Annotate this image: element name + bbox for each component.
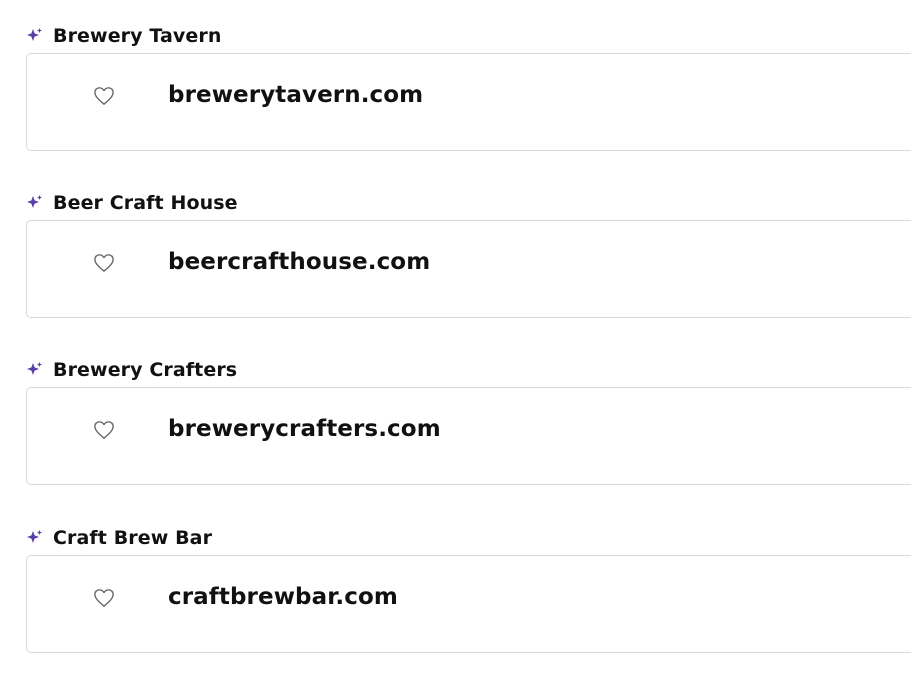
domain-suggestion-list: Brewery Tavern brewerytavern.com Beer Cr… — [0, 0, 911, 676]
suggestion-header: Craft Brew Bar — [26, 527, 212, 549]
heart-icon[interactable] — [93, 588, 115, 608]
domain-card[interactable]: brewerycrafters.com — [26, 387, 911, 485]
domain-name[interactable]: craftbrewbar.com — [168, 584, 398, 610]
suggestion-title: Craft Brew Bar — [53, 527, 213, 549]
domain-card[interactable]: beercrafthouse.com — [26, 220, 911, 318]
heart-icon[interactable] — [93, 253, 115, 273]
suggestion-title: Brewery Tavern — [53, 25, 222, 47]
domain-name[interactable]: brewerytavern.com — [168, 82, 423, 108]
suggestion-header: Brewery Crafters — [26, 359, 237, 381]
suggestion-header: Brewery Tavern — [26, 25, 221, 47]
suggestion-title: Beer Craft House — [53, 192, 238, 214]
domain-name[interactable]: beercrafthouse.com — [168, 249, 430, 275]
sparkle-icon — [27, 530, 42, 543]
domain-card[interactable]: brewerytavern.com — [26, 53, 911, 151]
domain-card[interactable]: craftbrewbar.com — [26, 555, 911, 653]
suggestion-title: Brewery Crafters — [53, 359, 238, 381]
heart-icon[interactable] — [93, 86, 115, 106]
heart-icon[interactable] — [93, 420, 115, 440]
sparkle-icon — [27, 195, 42, 208]
domain-name[interactable]: brewerycrafters.com — [168, 416, 441, 442]
sparkle-icon — [27, 362, 42, 375]
sparkle-icon — [27, 28, 42, 41]
suggestion-header: Beer Craft House — [26, 192, 238, 214]
